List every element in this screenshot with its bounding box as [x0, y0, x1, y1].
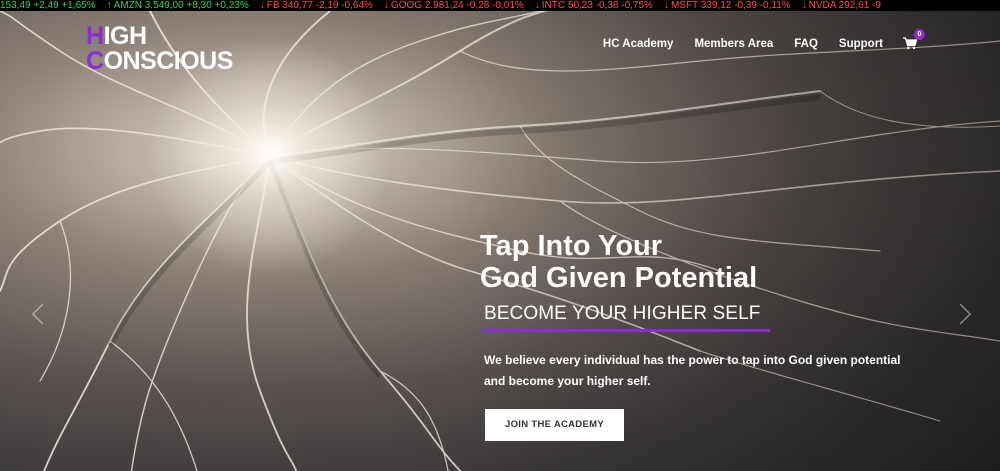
hero-headline: Tap Into Your God Given Potential — [480, 230, 880, 294]
logo-text-high: IGH — [103, 22, 147, 50]
ticker-text: INTC 50,23 -0,38 -0,75% — [541, 0, 653, 11]
logo-line-1: HIGH — [86, 24, 233, 49]
join-academy-button[interactable]: JOIN THE ACADEMY — [485, 409, 624, 441]
ticker-text: NVDA 292,61 -9 — [808, 0, 881, 11]
arrow-up-icon: ↑ — [106, 0, 112, 11]
ticker-text: AMZN 3.549,00 +8,30 +0,23% — [113, 0, 249, 11]
ticker-item: ↓ GOOG 2.981,24 -0,28 -0,01% — [384, 0, 524, 11]
chevron-left-icon[interactable] — [31, 302, 45, 326]
main-nav: HC Academy Members Area FAQ Support 0 — [582, 29, 925, 50]
arrow-down-icon: ↓ — [534, 0, 540, 11]
ticker-item: ↓ INTC 50,23 -0,38 -0,75% — [535, 0, 653, 11]
ticker-item: 153,49 +2,49 +1,65% — [0, 0, 96, 11]
ticker-text: GOOG 2.981,24 -0,28 -0,01% — [390, 0, 524, 11]
arrow-down-icon: ↓ — [663, 0, 669, 11]
logo-initial-h: H — [86, 22, 104, 50]
logo-line-2: CONSCIOUS — [86, 49, 233, 74]
subheading-underline — [482, 329, 770, 332]
chevron-right-icon[interactable] — [958, 302, 972, 326]
logo-initial-c: C — [86, 47, 104, 75]
nav-item-support[interactable]: Support — [839, 38, 883, 50]
cart-count-badge: 0 — [914, 29, 925, 40]
ticker-item: ↑ AMZN 3.549,00 +8,30 +0,23% — [107, 0, 249, 11]
arrow-down-icon: ↓ — [259, 0, 265, 11]
nav-item-members-area[interactable]: Members Area — [694, 38, 773, 50]
arrow-down-icon: ↓ — [801, 0, 807, 11]
stock-ticker: 153,49 +2,49 +1,65% ↑ AMZN 3.549,00 +8,30 … — [0, 0, 1000, 11]
cart-button[interactable]: 0 — [903, 29, 925, 50]
ticker-text: 153,49 +2,49 +1,65% — [0, 0, 96, 11]
ticker-item: ↓ NVDA 292,61 -9 — [802, 0, 881, 11]
arrow-down-icon: ↓ — [383, 0, 389, 11]
ticker-item: ↓ MSFT 339,12 -0,39 -0,11% — [664, 0, 791, 11]
hero-description: We believe every individual has the powe… — [484, 353, 901, 388]
logo-text-conscious: ONSCIOUS — [103, 47, 234, 75]
site-logo[interactable]: HIGH CONSCIOUS — [86, 24, 233, 74]
ticker-item: ↓ FB 340,77 -2,19 -0,64% — [260, 0, 373, 11]
hero-headline-line-1: Tap Into Your — [480, 230, 663, 262]
ticker-text: FB 340,77 -2,19 -0,64% — [266, 0, 373, 11]
hero-subheading: BECOME YOUR HIGHER SELF — [484, 303, 761, 324]
ticker-text: MSFT 339,12 -0,39 -0,11% — [670, 0, 791, 11]
shopping-cart-icon — [903, 37, 917, 50]
nav-item-hc-academy[interactable]: HC Academy — [603, 38, 674, 50]
hero-slider: HIGH CONSCIOUS HC Academy Members Area F… — [0, 11, 1000, 471]
nav-item-faq[interactable]: FAQ — [794, 38, 818, 50]
hero-headline-line-2: God Given Potential — [480, 262, 758, 294]
